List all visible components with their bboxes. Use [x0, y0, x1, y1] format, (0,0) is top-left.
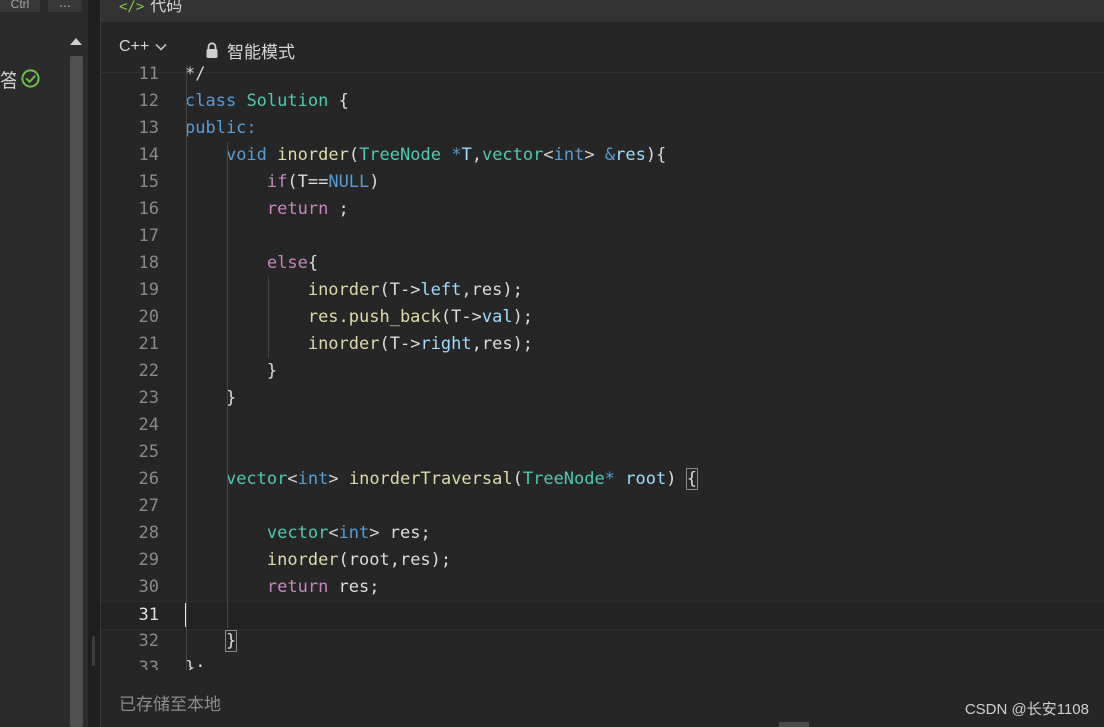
code-text: inorder(root,res);	[266, 550, 452, 570]
answer-label: 答	[0, 71, 16, 92]
chevron-down-icon	[155, 43, 167, 51]
line-number: 12	[138, 91, 159, 111]
code-text: inorder(T->right,res);	[307, 334, 534, 354]
line-number: 27	[138, 496, 159, 516]
line-number: 32	[138, 631, 159, 651]
code-line[interactable]: 33};	[101, 655, 1104, 670]
code-text: };	[185, 658, 206, 670]
code-line[interactable]: 27	[101, 493, 1104, 520]
code-line[interactable]: 31	[101, 601, 1104, 630]
scrollbar[interactable]	[70, 56, 83, 727]
code-editor-panel: </> 代码 C++ 智能模式 11 */ 12 class Solution { 13 p…	[100, 0, 1104, 727]
code-icon: </>	[119, 0, 145, 15]
code-text: class Solution {	[185, 91, 349, 111]
code-text: }	[185, 361, 278, 381]
code-line[interactable]: 13 public:	[101, 115, 1104, 142]
code-line[interactable]: 11 */	[101, 66, 1104, 88]
code-line[interactable]: 28 vector<int> res;	[101, 520, 1104, 547]
panel-header: </> 代码	[101, 0, 1104, 22]
code-line[interactable]: 21 inorder(T->right,res);	[101, 331, 1104, 358]
line-number: 25	[138, 442, 159, 462]
code-text: }	[185, 388, 237, 408]
line-number: 24	[138, 415, 159, 435]
code-line[interactable]: 29 inorder(root,res);	[101, 547, 1104, 574]
indent-guide	[186, 66, 187, 670]
code-text: public:	[185, 118, 257, 138]
line-number: 23	[138, 388, 159, 408]
code-text: */	[185, 66, 206, 84]
code-text: else{	[266, 253, 319, 273]
scroll-up-icon[interactable]	[69, 36, 83, 46]
line-number: 11	[138, 66, 159, 84]
panel-resize-handle[interactable]	[92, 636, 95, 666]
line-number: 30	[138, 577, 159, 597]
indent-guide	[227, 466, 229, 628]
code-line[interactable]: 22 }	[101, 358, 1104, 385]
indent-guide	[268, 277, 270, 358]
line-number: 15	[138, 172, 159, 192]
code-line[interactable]: 25	[101, 439, 1104, 466]
watermark: CSDN @长安1108	[964, 701, 1089, 718]
line-number: 19	[138, 280, 159, 300]
code-line[interactable]: 15 if(T==NULL)	[101, 169, 1104, 196]
code-line[interactable]: 30 return res;	[101, 574, 1104, 601]
line-number: 31	[138, 605, 159, 625]
code-text: vector<int> inorderTraversal(TreeNode* r…	[225, 468, 698, 490]
code-line[interactable]: 16 return ;	[101, 196, 1104, 223]
save-status: 已存储至本地	[119, 695, 221, 714]
line-number: 14	[138, 145, 159, 165]
line-number: 28	[138, 523, 159, 543]
code-line[interactable]: 14 void inorder(TreeNode *T,vector<int> …	[101, 142, 1104, 169]
more-icon[interactable]: ...	[48, 0, 82, 12]
code-line[interactable]: 20 res.push_back(T->val);	[101, 304, 1104, 331]
left-panel: Ctrl ... 答	[0, 0, 88, 727]
code-line[interactable]: 26 vector<int> inorderTraversal(TreeNode…	[101, 466, 1104, 493]
left-tab[interactable]: Ctrl	[0, 0, 40, 12]
line-number: 26	[138, 469, 159, 489]
code-line[interactable]: 23 }	[101, 385, 1104, 412]
mode-label: 智能模式	[227, 43, 295, 62]
code-text: return ;	[266, 199, 349, 219]
line-number: 17	[138, 226, 159, 246]
mode-indicator[interactable]: 智能模式	[205, 38, 295, 63]
code-text: res.push_back(T->val);	[307, 307, 534, 327]
lock-icon	[206, 42, 218, 58]
code-line[interactable]: 17	[101, 223, 1104, 250]
language-select[interactable]: C++	[119, 38, 167, 56]
code-line[interactable]: 24	[101, 412, 1104, 439]
code-editor[interactable]: 11 */ 12 class Solution { 13 public: 14 void i…	[101, 66, 1104, 670]
code-text: if(T==NULL)	[266, 172, 380, 192]
code-line[interactable]: 12 class Solution {	[101, 88, 1104, 115]
code-line[interactable]: 32 }	[101, 628, 1104, 655]
panel-title-text: 代码	[150, 0, 183, 15]
line-number: 33	[138, 658, 159, 670]
code-text: inorder(T->left,res);	[307, 280, 523, 300]
code-line[interactable]: 18 else{	[101, 250, 1104, 277]
check-circle-icon	[21, 69, 40, 88]
panel-title: </> 代码	[119, 0, 182, 16]
code-text: return res;	[266, 577, 380, 597]
code-text: void inorder(TreeNode *T,vector<int> &re…	[225, 145, 667, 165]
line-number: 29	[138, 550, 159, 570]
line-number: 16	[138, 199, 159, 219]
line-number: 18	[138, 253, 159, 273]
language-value: C++	[119, 38, 150, 55]
line-number: 20	[138, 307, 159, 327]
line-number: 21	[138, 334, 159, 354]
line-number: 22	[138, 361, 159, 381]
bottom-resize-handle[interactable]	[779, 722, 809, 727]
line-number: 13	[138, 118, 159, 138]
code-line[interactable]: 19 inorder(T->left,res);	[101, 277, 1104, 304]
code-text: }	[224, 630, 238, 652]
code-text: vector<int> res;	[266, 523, 431, 543]
